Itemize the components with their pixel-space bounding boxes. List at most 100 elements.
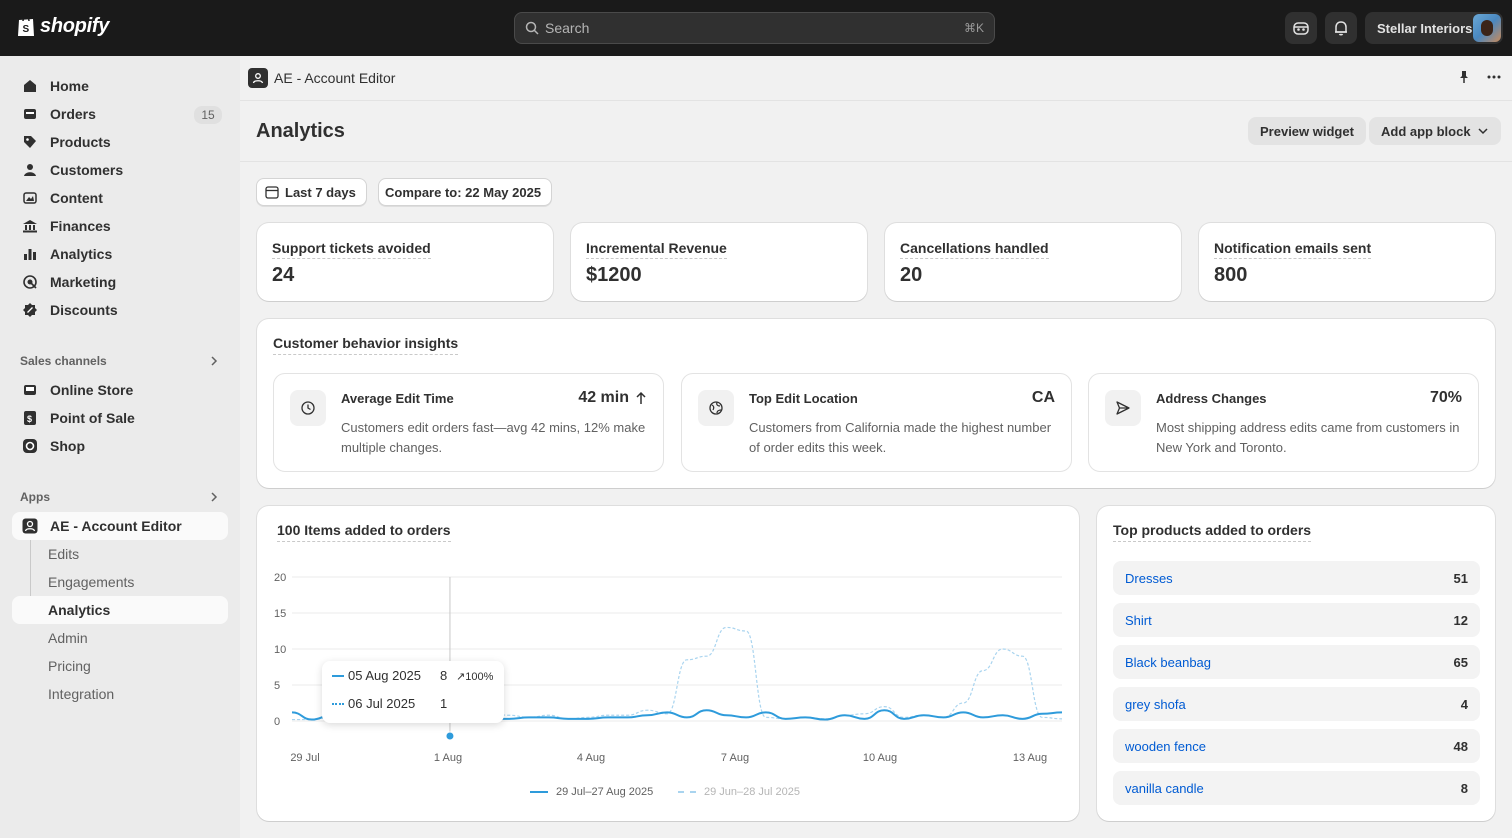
date-range-filter[interactable]: Last 7 days	[256, 178, 367, 206]
sidebar-item-content[interactable]: Content	[12, 184, 228, 212]
sidebar-subitem-pricing[interactable]: Pricing	[12, 652, 228, 680]
compare-filter[interactable]: Compare to: 22 May 2025	[378, 178, 553, 206]
sidebar-item-analytics[interactable]: Analytics	[12, 240, 228, 268]
store-menu-button[interactable]: Stellar Interiors	[1365, 12, 1503, 44]
shop-icon	[23, 439, 37, 453]
legend-previous-label: 29 Jun–28 Jul 2025	[704, 786, 801, 798]
sidebar-item-orders[interactable]: Orders 15	[12, 100, 228, 128]
sales-channels-label: Sales channels	[20, 354, 107, 368]
product-row: Dresses 51	[1113, 561, 1480, 595]
product-row: Black beanbag 65	[1113, 645, 1480, 679]
bank-icon	[23, 220, 37, 233]
insight-value: 70%	[1429, 389, 1462, 406]
sidebar-item-home[interactable]: Home	[12, 72, 228, 100]
content-icon	[23, 192, 37, 204]
sidebar-item-marketing[interactable]: Marketing	[12, 268, 228, 296]
shopping-bag-icon: S	[18, 16, 34, 36]
legend-current[interactable]: 29 Jul–27 Aug 2025	[530, 786, 653, 798]
legend-previous[interactable]: 29 Jun–28 Jul 2025	[678, 786, 800, 798]
apps-header[interactable]: Apps	[20, 490, 220, 504]
sidebar-item-customers[interactable]: Customers	[12, 156, 228, 184]
product-count: 65	[1453, 654, 1468, 670]
sidebar-item-point-of-sale[interactable]: $ Point of Sale	[12, 404, 228, 432]
legend-current-label: 29 Jul–27 Aug 2025	[556, 786, 654, 798]
sidebar-item-label: Products	[50, 134, 111, 150]
more-options-icon[interactable]	[1486, 69, 1502, 85]
product-link[interactable]: Shirt	[1125, 613, 1152, 628]
product-row: grey shofa 4	[1113, 687, 1480, 721]
tooltip-current-row: 05 Aug 2025	[332, 668, 421, 683]
product-link[interactable]: vanilla candle	[1125, 781, 1204, 796]
sidebar-item-discounts[interactable]: Discounts	[12, 296, 228, 324]
sidekick-button[interactable]	[1285, 12, 1317, 44]
search-placeholder: Search	[545, 20, 590, 36]
product-row: vanilla candle 8	[1113, 771, 1480, 805]
tooltip-previous-row: 06 Jul 2025	[332, 696, 415, 711]
sidebar-item-label: AE - Account Editor	[50, 518, 182, 534]
search-input[interactable]: Search ⌘K	[514, 12, 995, 44]
avatar	[1473, 14, 1501, 42]
sidebar-item-shop[interactable]: Shop	[12, 432, 228, 460]
orders-icon	[24, 109, 36, 119]
sidebar-item-label: Home	[50, 78, 89, 94]
chart-tooltip: 05 Aug 2025 8 ↗100% 06 Jul 2025 1	[322, 661, 504, 723]
sidebar-item-label: Shop	[50, 438, 85, 454]
sidebar-item-online-store[interactable]: Online Store	[12, 376, 228, 404]
page-title: Analytics	[256, 120, 345, 142]
product-link[interactable]: wooden fence	[1125, 739, 1206, 754]
person-icon	[24, 164, 36, 176]
sidebar-subitem-integration[interactable]: Integration	[12, 680, 228, 708]
shopify-logo[interactable]: S shopify	[16, 14, 109, 38]
insight-description: Customers from California made the highe…	[749, 420, 1052, 455]
chevron-right-icon	[211, 492, 218, 502]
current-period-swatch	[332, 674, 344, 677]
sidebar-item-label: Analytics	[50, 246, 113, 262]
metric-card: Cancellations handled 20	[885, 223, 1181, 301]
insight-value: CA	[1031, 389, 1055, 406]
sidebar-item-products[interactable]: Products	[12, 128, 228, 156]
sidebar-subitem-engagements[interactable]: Engagements	[12, 568, 228, 596]
sidebar-item-label: Online Store	[50, 382, 134, 398]
pin-icon[interactable]	[1456, 69, 1472, 85]
tooltip-previous-value: 1	[440, 696, 448, 711]
send-icon	[1105, 390, 1141, 426]
sidebar-subitem-admin[interactable]: Admin	[12, 624, 228, 652]
product-link[interactable]: Black beanbag	[1125, 655, 1211, 670]
sidebar-item-label: Customers	[50, 162, 124, 178]
store-name: Stellar Interiors	[1377, 20, 1473, 36]
metric-label: Cancellations handled	[900, 240, 1049, 259]
sidebar-item-finances[interactable]: Finances	[12, 212, 228, 240]
insight-card-address: Address Changes 70% Most shipping addres…	[1088, 373, 1479, 472]
sidebar-subitem-edits[interactable]: Edits	[12, 540, 228, 568]
metric-label: Support tickets avoided	[272, 240, 431, 259]
sidebar-item-label: Finances	[50, 218, 111, 234]
add-app-block-button[interactable]: Add app block	[1369, 117, 1501, 145]
storefront-icon	[24, 385, 36, 395]
notifications-button[interactable]	[1325, 12, 1357, 44]
tooltip-previous-date: 06 Jul 2025	[348, 696, 416, 711]
discount-icon	[23, 303, 37, 317]
metric-value: 20	[900, 264, 923, 286]
sidebar-item-account-editor[interactable]: AE - Account Editor	[12, 512, 228, 540]
chart-title: 100 Items added to orders	[277, 522, 451, 542]
tooltip-change: ↗100%	[456, 671, 494, 683]
top-products-title: Top products added to orders	[1113, 522, 1312, 542]
sidebar-item-label: Marketing	[50, 274, 117, 290]
metric-card: Support tickets avoided 24	[257, 223, 553, 301]
insight-card-edit-time: Average Edit Time 42 min Customers edit …	[273, 373, 664, 472]
sidebar-subitem-analytics[interactable]: Analytics	[12, 596, 228, 624]
customer-insights-card: Customer behavior insights Average Edit …	[257, 319, 1495, 488]
insight-value: 42 min	[578, 389, 647, 407]
product-link[interactable]: Dresses	[1125, 571, 1173, 586]
product-link[interactable]: grey shofa	[1125, 697, 1186, 712]
product-count: 48	[1453, 738, 1468, 754]
metric-label: Notification emails sent	[1214, 240, 1372, 259]
preview-widget-button[interactable]: Preview widget	[1248, 117, 1366, 145]
chevron-right-icon	[211, 356, 218, 366]
app-title: AE - Account Editor	[274, 70, 396, 86]
insight-title: Average Edit Time	[341, 391, 454, 406]
sidebar-item-label: Orders	[50, 106, 96, 122]
sales-channels-header[interactable]: Sales channels	[20, 354, 220, 368]
apps-label: Apps	[20, 490, 50, 504]
app-header: AE - Account Editor	[240, 56, 1512, 101]
